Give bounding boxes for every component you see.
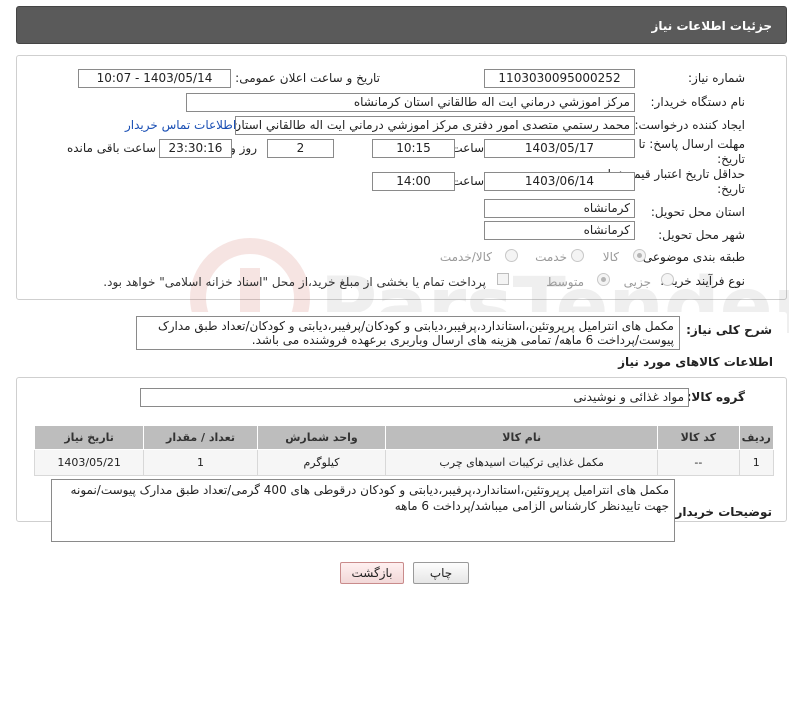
province-field: کرمانشاه <box>484 199 635 218</box>
announce-datetime-label: تاریخ و ساعت اعلان عمومی: <box>235 71 380 85</box>
purchase-minor-radio[interactable] <box>661 273 674 286</box>
reply-deadline-label: مهلت ارسال پاسخ: تا تاریخ: <box>638 137 745 166</box>
description-label: شرح کلی نیاز: <box>686 323 772 337</box>
buyer-notes-label: توضیحات خریدار: <box>670 505 772 519</box>
category-service-label: خدمت <box>535 250 567 264</box>
treasury-payment-note: پرداخت تمام یا بخشی از مبلغ خرید،از محل … <box>103 275 486 289</box>
category-service-radio[interactable] <box>571 249 584 262</box>
treasury-payment-checkbox[interactable] <box>497 273 509 285</box>
price-validity-date-field: 1403/06/14 <box>484 172 635 191</box>
description-text: مکمل های انترامیل پرپروتئین،استاندارد،پر… <box>136 316 680 350</box>
city-label: شهر محل تحویل: <box>658 228 745 242</box>
col-item-name: نام کالا <box>385 425 659 450</box>
col-unit: واحد شمارش <box>256 425 387 450</box>
remaining-time-field: 23:30:16 <box>159 139 232 158</box>
days-label: روز و <box>230 141 257 155</box>
item-name-cell: مکمل غذایی ترکیبات اسیدهای چرب <box>385 449 659 476</box>
page-title: جزئیات اطلاعات نیاز <box>651 19 772 33</box>
row-number-cell: 1 <box>738 449 775 476</box>
quantity-cell: 1 <box>143 449 258 476</box>
reply-time-field: 10:15 <box>372 139 455 158</box>
requester-field: محمد رستمي متصدی امور دفتری مرکز اموزشي … <box>235 116 635 135</box>
need-number-field: 1103030095000252 <box>484 69 635 88</box>
col-item-code: کد کالا <box>657 425 740 450</box>
col-quantity: تعداد / مقدار <box>143 425 258 450</box>
need-number-label: شماره نیاز: <box>688 71 745 85</box>
goods-group-label: گروه کالا: <box>686 390 745 404</box>
remaining-days-field: 2 <box>267 139 334 158</box>
category-goods-radio[interactable] <box>633 249 646 262</box>
col-need-date: تاریخ نیاز <box>33 425 145 450</box>
buyer-contact-link[interactable]: اطلاعات تماس خریدار <box>125 118 236 132</box>
announce-datetime-field: 1403/05/14 - 10:07 <box>78 69 231 88</box>
requester-label: ایجاد کننده درخواست: <box>634 118 745 132</box>
print-button[interactable]: چاپ <box>413 562 469 584</box>
province-label: استان محل تحویل: <box>650 205 745 219</box>
category-goods-service-label: کالا/خدمت <box>439 250 492 264</box>
purchase-minor-label: جزیی <box>623 275 651 289</box>
price-validity-time-label: ساعت <box>451 174 484 188</box>
need-date-cell: 1403/05/21 <box>33 449 145 476</box>
col-row-number: ردیف <box>738 425 775 450</box>
category-goods-label: کالا <box>602 250 619 264</box>
remaining-time-label: ساعت باقی مانده <box>66 141 156 155</box>
buyer-org-field: مرکز اموزشي درماني ايت اله طالقاني استان… <box>186 93 635 112</box>
reply-time-label: ساعت <box>451 141 484 155</box>
price-validity-time-field: 14:00 <box>372 172 455 191</box>
goods-section-title: اطلاعات کالاهای مورد نیاز <box>618 355 773 369</box>
buyer-notes-text: مکمل های انترامیل پرپروتئین،استاندارد،پر… <box>51 479 675 542</box>
city-field: کرمانشاه <box>484 221 635 240</box>
category-goods-service-radio[interactable] <box>505 249 518 262</box>
reply-date-field: 1403/05/17 <box>484 139 635 158</box>
goods-table-header: ردیف کد کالا نام کالا واحد شمارش تعداد /… <box>33 425 775 450</box>
purchase-medium-radio[interactable] <box>597 273 610 286</box>
page-header: جزئیات اطلاعات نیاز <box>16 6 787 44</box>
table-row: 1 -- مکمل غذایی ترکیبات اسیدهای چرب کیلو… <box>33 449 775 476</box>
back-button[interactable]: بازگشت <box>340 562 404 584</box>
unit-cell: کیلوگرم <box>256 449 387 476</box>
item-code-cell: -- <box>657 449 740 476</box>
purchase-medium-label: متوسط <box>546 275 584 289</box>
goods-group-field: مواد غذائی و نوشیدنی <box>140 388 689 407</box>
buyer-org-label: نام دستگاه خریدار: <box>650 95 746 109</box>
goods-table: ردیف کد کالا نام کالا واحد شمارش تعداد /… <box>33 425 775 476</box>
category-label: طبقه بندی موضوعی: <box>638 250 745 264</box>
